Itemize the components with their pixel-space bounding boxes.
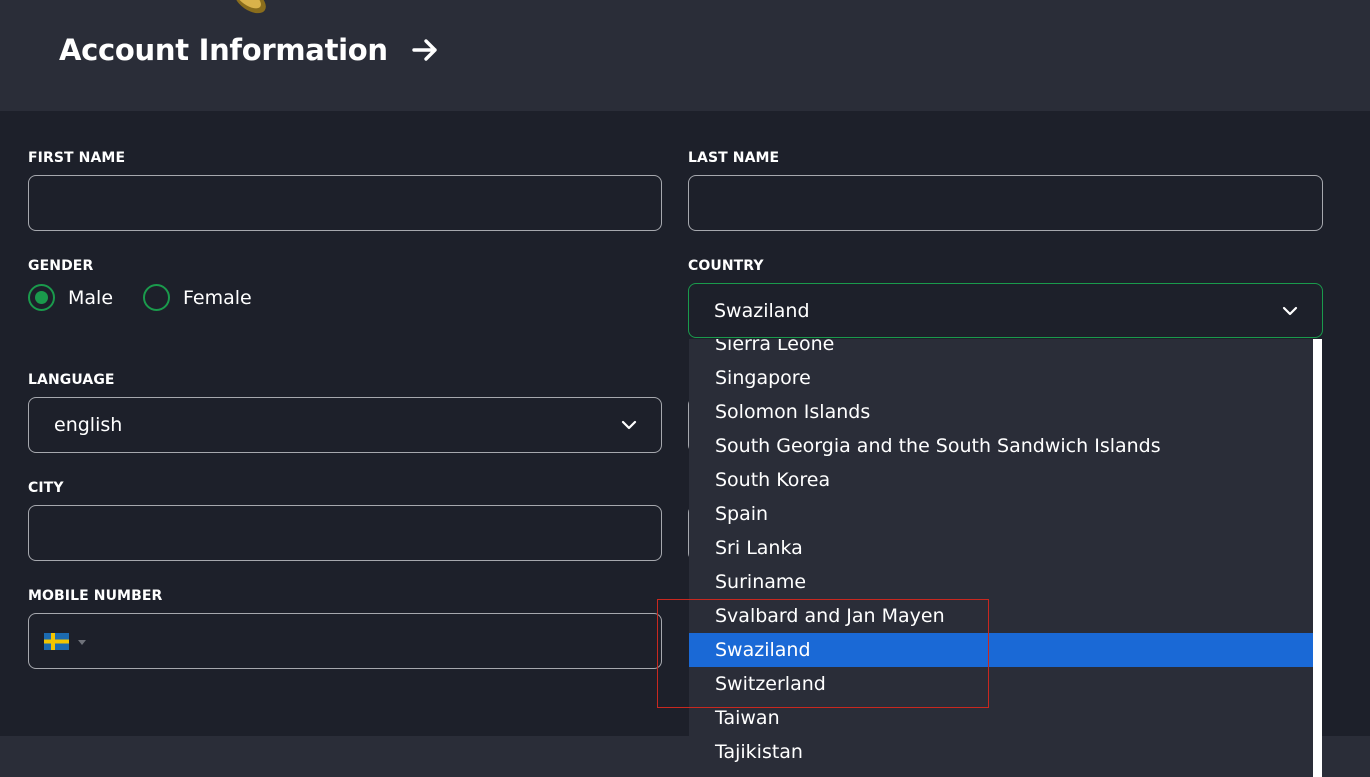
country-option[interactable]: Singapore: [689, 361, 1314, 395]
country-select[interactable]: Swaziland: [688, 283, 1323, 338]
country-option[interactable]: South Korea: [689, 463, 1314, 497]
gender-male-label: Male: [68, 286, 114, 309]
country-option[interactable]: Spain: [689, 497, 1314, 531]
country-option[interactable]: Sri Lanka: [689, 531, 1314, 565]
last-name-label: LAST NAME: [688, 150, 780, 166]
highlight-annotation-box: [657, 599, 989, 708]
chevron-down-icon[interactable]: [1282, 306, 1298, 316]
radio-unchecked-icon[interactable]: [143, 284, 171, 311]
first-name-field[interactable]: [28, 175, 662, 231]
language-label: LANGUAGE: [28, 372, 115, 388]
radio-checked-icon[interactable]: [28, 284, 55, 311]
country-option[interactable]: Sierra Leone: [689, 339, 1314, 361]
arrow-right-icon[interactable]: [410, 35, 440, 65]
language-select-value: english: [54, 414, 123, 436]
country-option[interactable]: Solomon Islands: [689, 395, 1314, 429]
mobile-number-field[interactable]: [28, 613, 662, 669]
gender-label: GENDER: [28, 258, 94, 274]
chevron-down-icon[interactable]: [621, 420, 637, 430]
country-option[interactable]: South Georgia and the South Sandwich Isl…: [689, 429, 1314, 463]
dropdown-scrollbar[interactable]: [1313, 339, 1322, 777]
coin-decoration-icon: [234, 0, 266, 14]
page-header: Account Information: [0, 0, 1370, 111]
mobile-number-label: MOBILE NUMBER: [28, 588, 163, 604]
page-title: Account Information: [59, 33, 440, 67]
city-label: CITY: [28, 480, 64, 496]
page-title-text: Account Information: [59, 33, 388, 67]
gender-radio-group: Male Female: [28, 284, 282, 311]
country-dropdown-list[interactable]: Sierra Leone Singapore Solomon Islands S…: [689, 339, 1314, 777]
caret-down-icon[interactable]: [78, 640, 86, 645]
language-select[interactable]: english: [28, 397, 662, 453]
country-label: COUNTRY: [688, 258, 764, 274]
last-name-field[interactable]: [688, 175, 1323, 231]
country-select-value: Swaziland: [714, 299, 810, 322]
gender-female-label: Female: [183, 286, 252, 309]
sweden-flag-icon[interactable]: [44, 633, 69, 650]
gender-male-radio[interactable]: Male: [28, 284, 113, 311]
country-option[interactable]: Suriname: [689, 565, 1314, 599]
country-option[interactable]: Tajikistan: [689, 735, 1314, 769]
first-name-label: FIRST NAME: [28, 150, 126, 166]
gender-female-radio[interactable]: Female: [143, 284, 252, 311]
city-field[interactable]: [28, 505, 662, 561]
